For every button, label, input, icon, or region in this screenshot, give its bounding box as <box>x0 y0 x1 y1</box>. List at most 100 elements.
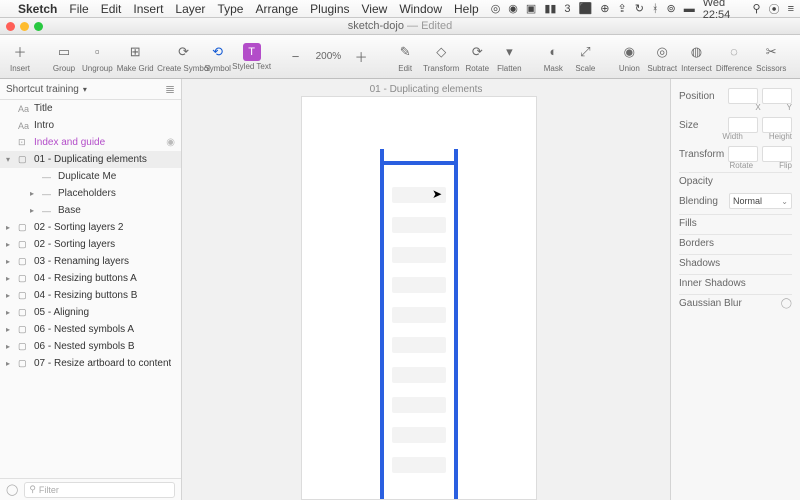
blur-section[interactable]: Gaussian Blur◯ <box>679 294 792 312</box>
layer-row[interactable]: AaIntro <box>0 117 181 134</box>
shadows-section[interactable]: Shadows <box>679 254 792 272</box>
rotate-button[interactable]: ⟳Rotate <box>463 41 491 73</box>
disclosure-icon[interactable]: ▸ <box>6 274 14 283</box>
borders-section[interactable]: Borders <box>679 234 792 252</box>
disclosure-icon[interactable]: ▸ <box>30 189 38 198</box>
menu-insert[interactable]: Insert <box>133 2 163 16</box>
width-field[interactable] <box>728 117 758 133</box>
artboard-row[interactable]: ▸▢06 - Nested symbols A <box>0 321 181 338</box>
artboard-row[interactable]: ▸▢07 - Resize artboard to content <box>0 355 181 372</box>
notification-icon[interactable]: ≡ <box>788 3 794 15</box>
disclosure-icon[interactable]: ▸ <box>6 240 14 249</box>
placeholder-rect[interactable] <box>392 457 446 473</box>
difference-button[interactable]: ◌Difference <box>716 41 752 73</box>
rotate-field[interactable] <box>728 146 758 162</box>
visibility-icon[interactable]: ◉ <box>166 137 175 148</box>
menu-plugins[interactable]: Plugins <box>310 2 349 16</box>
disclosure-icon[interactable]: ▸ <box>6 291 14 300</box>
layer-row[interactable]: ▸—Placeholders <box>0 185 181 202</box>
flatten-button[interactable]: ▾Flatten <box>495 41 523 73</box>
y-field[interactable] <box>762 88 792 104</box>
spotlight-icon[interactable]: ⚲ <box>753 2 761 15</box>
placeholder-rect[interactable] <box>392 397 446 413</box>
frame-right[interactable] <box>454 149 458 499</box>
menu-app[interactable]: Sketch <box>18 2 57 16</box>
inner-shadows-section[interactable]: Inner Shadows <box>679 274 792 292</box>
menu-window[interactable]: Window <box>399 2 442 16</box>
symbol-button[interactable]: ⟲Symbol <box>204 41 232 73</box>
disclosure-icon[interactable]: ▸ <box>6 359 14 368</box>
scale-button[interactable]: ⤢Scale <box>571 41 599 73</box>
ungroup-button[interactable]: ▫Ungroup <box>82 41 113 73</box>
menu-arrange[interactable]: Arrange <box>255 2 298 16</box>
placeholder-rect[interactable] <box>392 307 446 323</box>
artboard-row[interactable]: ▸▢02 - Sorting layers <box>0 236 181 253</box>
placeholder-rect[interactable] <box>392 247 446 263</box>
pages-menu-icon[interactable]: ≣ <box>165 82 175 96</box>
filter-input[interactable]: ⚲ Filter <box>24 482 175 498</box>
edit-button[interactable]: ✎Edit <box>391 41 419 73</box>
intersect-button[interactable]: ◍Intersect <box>681 41 712 73</box>
frame-top[interactable] <box>380 161 458 165</box>
create-symbol-button[interactable]: ⟳Create Symbol <box>170 41 198 73</box>
disclosure-icon[interactable]: ▸ <box>6 308 14 317</box>
dropbox-icon[interactable]: ⇪ <box>617 2 626 15</box>
layer-row[interactable]: AaTitle <box>0 100 181 117</box>
placeholder-rect[interactable] <box>392 277 446 293</box>
zoom-in-button[interactable]: ＋ <box>347 46 375 68</box>
layer-name: 02 - Sorting layers 2 <box>34 222 124 233</box>
subtract-button[interactable]: ◎Subtract <box>647 41 677 73</box>
layer-row[interactable]: ⊡Index and guide◉ <box>0 134 181 151</box>
zoom-out-button[interactable]: − <box>282 46 310 68</box>
disclosure-icon[interactable]: ▸ <box>30 206 38 215</box>
menu-view[interactable]: View <box>362 2 388 16</box>
artboard-row[interactable]: ▸▢05 - Aligning <box>0 304 181 321</box>
wifi-icon[interactable]: ⊚ <box>667 2 676 15</box>
union-button[interactable]: ◉Union <box>615 41 643 73</box>
disclosure-icon[interactable]: ▸ <box>6 223 14 232</box>
pages-header[interactable]: Shortcut training ▾ ≣ <box>0 79 181 100</box>
filter-toggle-icon[interactable]: ◯ <box>6 483 18 496</box>
placeholder-rect[interactable] <box>392 427 446 443</box>
layer-row[interactable]: ▸—Base <box>0 202 181 219</box>
artboard-row[interactable]: ▸▢04 - Resizing buttons A <box>0 270 181 287</box>
user-icon[interactable]: ⦿ <box>769 1 780 17</box>
x-field[interactable] <box>728 88 758 104</box>
canvas[interactable]: 01 - Duplicating elements ➤ <box>182 79 670 500</box>
artboard-row[interactable]: ▾▢01 - Duplicating elements <box>0 151 181 168</box>
artboard-row[interactable]: ▸▢03 - Renaming layers <box>0 253 181 270</box>
placeholder-rect[interactable] <box>392 217 446 233</box>
mask-button[interactable]: ◐Mask <box>539 41 567 73</box>
transform-button[interactable]: ◇Transform <box>423 41 459 73</box>
blending-select[interactable]: Normal⌄ <box>729 193 792 209</box>
frame-left[interactable] <box>380 149 384 499</box>
artboard-row[interactable]: ▸▢06 - Nested symbols B <box>0 338 181 355</box>
disclosure-icon[interactable]: ▸ <box>6 342 14 351</box>
menu-help[interactable]: Help <box>454 2 479 16</box>
artboard-row[interactable]: ▸▢04 - Resizing buttons B <box>0 287 181 304</box>
styled-text-button[interactable]: TStyled Text <box>238 43 266 71</box>
menu-file[interactable]: File <box>69 2 88 16</box>
group-button[interactable]: ▭Group <box>50 41 78 73</box>
makegrid-button[interactable]: ⊞Make Grid <box>117 41 154 73</box>
placeholder-rect[interactable] <box>392 367 446 383</box>
artboard-row[interactable]: ▸▢02 - Sorting layers 2 <box>0 219 181 236</box>
placeholder-rect[interactable] <box>392 337 446 353</box>
artboard-label[interactable]: 01 - Duplicating elements <box>182 84 670 95</box>
disclosure-icon[interactable]: ▸ <box>6 257 14 266</box>
blur-toggle[interactable]: ◯ <box>781 298 792 309</box>
artboard[interactable]: ➤ <box>302 97 536 499</box>
disclosure-icon[interactable]: ▸ <box>6 325 14 334</box>
menu-layer[interactable]: Layer <box>175 2 205 16</box>
insert-button[interactable]: ＋Insert <box>6 41 34 73</box>
layer-row[interactable]: —Duplicate Me <box>0 168 181 185</box>
fills-section[interactable]: Fills <box>679 214 792 232</box>
battery-icon[interactable]: ▬ <box>684 3 695 15</box>
bluetooth-icon[interactable]: ᚼ <box>652 3 659 15</box>
flip-field[interactable] <box>762 146 792 162</box>
height-field[interactable] <box>762 117 792 133</box>
scissors-button[interactable]: ✂Scissors <box>756 41 786 73</box>
menu-type[interactable]: Type <box>217 2 243 16</box>
menu-edit[interactable]: Edit <box>101 2 122 16</box>
disclosure-icon[interactable]: ▾ <box>6 155 14 164</box>
